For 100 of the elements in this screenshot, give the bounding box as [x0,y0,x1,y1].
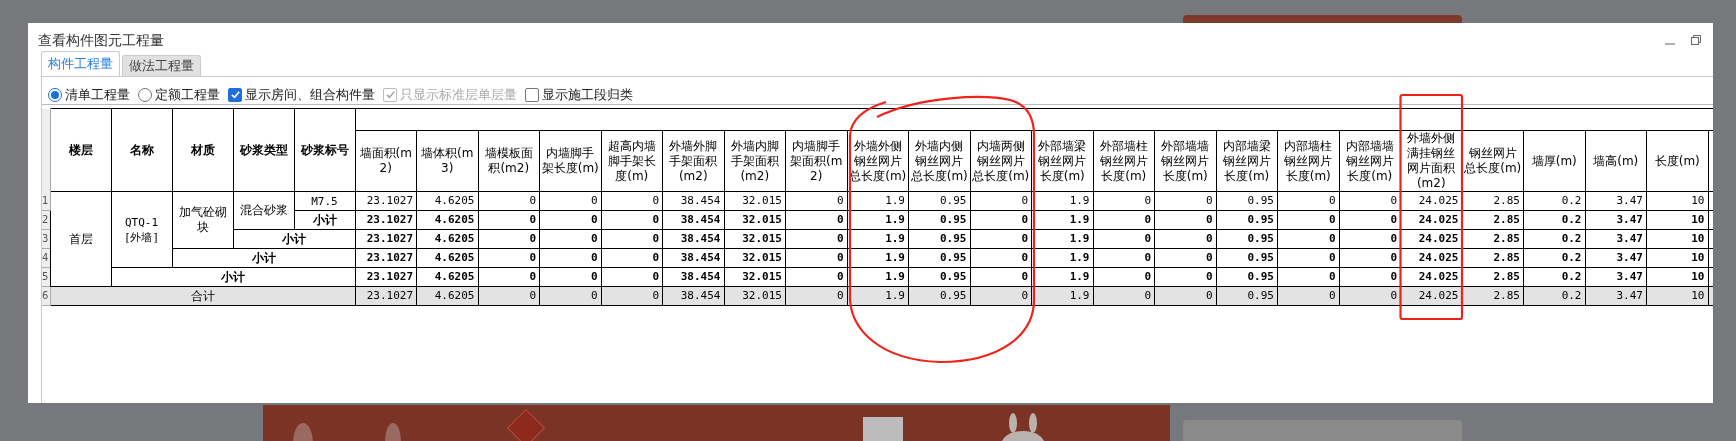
table-cell: 0 [1144,289,1151,302]
table-cell: 1.9 [885,213,905,226]
row-number: 4 [42,253,49,263]
column-header: 砂浆标号 [300,142,349,157]
table-cell: 0.95 [940,270,967,283]
table-cell: 32.015 [742,232,782,245]
table-cell: 0 [1021,232,1028,245]
table-cell: 0 [1205,289,1213,302]
table-cell: 3.47 [1616,289,1643,302]
table-cell: 0.95 [1247,213,1274,226]
table-cell: 0 [652,251,659,264]
radio-button[interactable] [48,87,62,102]
table-cell: 0.95 [940,213,967,226]
table-cell: 4.6205 [434,270,475,283]
table-cell: 0.2 [1561,270,1582,283]
tab[interactable]: 做法工程量 [122,55,201,76]
table-cell: 23.1027 [366,270,413,283]
table-cell: 0.95 [940,251,967,264]
option-label: 清单工程量 [65,85,130,104]
tab[interactable]: 构件工程量 [41,51,120,76]
column-header: 墙面积(m2) [359,146,412,175]
table-cell: 2.85 [1493,213,1520,226]
radio-button[interactable] [138,87,152,102]
table-cell: 0.2 [1561,251,1582,264]
table-cell: 0.2 [1561,213,1582,226]
table-cell: 3.47 [1616,194,1643,207]
row-number: 2 [42,215,49,225]
table-cell: 32.015 [742,213,782,226]
table-cell: 32.015 [742,251,782,264]
table-cell: 0 [529,232,536,245]
column-header: 外墙外侧满挂钢丝网片面积(m2) [1407,131,1456,190]
option-label: 只显示标准层单层量 [400,85,517,104]
column-header: 内部墙梁钢丝网片长度(m) [1222,138,1271,183]
table-cell: 1.9 [885,251,905,264]
table-cell: 0 [836,213,844,226]
table-cell: 2.85 [1493,232,1520,245]
table-cell: 1.9 [885,289,905,302]
table-cell: 38.454 [680,232,721,245]
table-cell: 23.1027 [366,232,413,245]
subtotal-label: 小计 [251,251,276,265]
subtotal-label: 小计 [312,213,337,227]
table-cell: 38.454 [680,213,721,226]
column-header: 墙体积(m3) [421,146,474,175]
column-header: 砂浆类型 [239,142,288,157]
column-header: 内部墙柱钢丝网片长度(m) [1284,138,1333,183]
column-header: 钢丝网片总长度(m) [1464,146,1522,175]
table-cell: 0 [1328,289,1336,302]
table-cell: 0 [1021,270,1028,283]
checkbox[interactable] [525,87,539,102]
table-cell: 0 [1144,232,1151,245]
table-cell: 4.6205 [434,232,475,245]
table-cell: 0 [1205,232,1213,245]
table-cell: 0 [1390,194,1397,207]
column-header: 墙厚(m) [1531,153,1577,168]
table-cell: 2.85 [1493,194,1520,207]
table-cell: 3.47 [1616,251,1643,264]
checkbox[interactable] [228,87,242,102]
table-cell: 24.025 [1418,251,1459,264]
table-cell: 1.9 [1069,213,1090,226]
column-header: 外部墙梁钢丝网片长度(m) [1038,138,1087,183]
table-cell: 0 [1144,194,1151,207]
column-header: 墙高(m) [1593,153,1639,168]
table-cell: 0 [1328,270,1336,283]
table-cell: 0.95 [1247,194,1274,207]
table-cell: 0 [836,232,844,245]
column-header: 内墙两侧钢丝网片总长度(m) [972,138,1030,183]
table-cell: 1.9 [885,194,905,207]
restore-icon[interactable] [1691,35,1701,45]
table-cell: 0 [590,270,598,283]
table-cell: 4.6205 [434,194,475,207]
table-cell: 0 [1390,213,1397,226]
table-cell: 混合砂浆 [239,203,288,217]
table-cell: 0 [1021,251,1028,264]
table-cell: 24.025 [1418,213,1459,226]
table-cell: 1.9 [885,232,905,245]
table-cell: 32.015 [742,289,782,302]
table-cell: 0 [590,194,598,207]
column-header: 外部墙柱钢丝网片长度(m) [1099,138,1148,183]
row-number: 6 [42,291,49,301]
table-cell: 0.95 [940,194,967,207]
column-header: 外墙外脚手架面积(m2) [669,138,718,183]
table-cell: 0 [1328,251,1336,264]
window-title: 查看构件图元工程量 [38,30,164,50]
table-cell: 1.9 [885,270,905,283]
column-header: 内墙脚手架长度(m) [541,146,599,175]
table-cell: 0.95 [1247,232,1274,245]
table-cell: 0 [1021,194,1028,207]
table-cell: 24.025 [1418,270,1459,283]
table-cell: 10 [1691,289,1705,302]
table-cell: 0 [1021,213,1028,226]
column-header: 内墙脚手架面积(m2) [790,138,843,183]
subtotal-label: 小计 [221,270,245,284]
table-cell: 24.025 [1418,289,1459,302]
table-cell: 38.454 [680,289,721,302]
table-cell: 0 [529,270,536,283]
table-cell: 首层 [68,231,93,246]
row-number: 5 [42,272,49,282]
column-header: 楼层 [68,142,93,157]
table-cell: 3.47 [1616,270,1643,283]
table-cell: 24.025 [1418,232,1459,245]
